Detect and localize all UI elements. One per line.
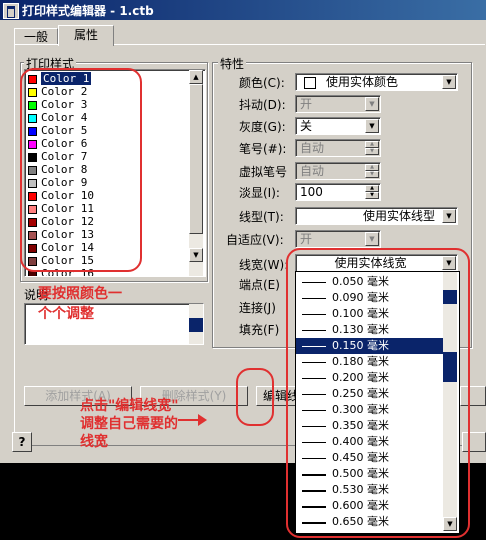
chevron-down-icon[interactable]: ▼ (365, 119, 379, 133)
adaptive-label: 自适应(V): (226, 233, 284, 247)
chevron-down-icon[interactable]: ▼ (365, 97, 379, 111)
color-select[interactable]: 使用实体颜色 ▼ (295, 73, 458, 91)
scroll-up-button[interactable]: ▲ (189, 70, 203, 84)
arrow-icon (178, 414, 207, 426)
callout-style-list (20, 68, 142, 272)
properties-label: 特性 (218, 55, 247, 72)
scroll-down-button[interactable]: ▼ (189, 248, 203, 262)
annotation-adjust-each: 要按照颜色一 (38, 286, 122, 302)
pen-spinner[interactable]: 自动 ▲ ▼ (295, 139, 381, 157)
color-value: 使用实体颜色 (326, 75, 399, 89)
chevron-down-icon[interactable]: ▼ (442, 209, 456, 223)
dither-value: 开 (300, 97, 313, 111)
pen-spin-buttons[interactable]: ▲ ▼ (365, 141, 379, 155)
chevron-down-icon[interactable]: ▼ (442, 75, 456, 89)
linetype-label: 线型(T): (239, 210, 284, 224)
adaptive-value: 开 (300, 232, 313, 246)
dither-select[interactable]: 开 ▼ (295, 95, 381, 113)
endpoint-label: 端点(E) (239, 278, 280, 292)
screening-value: 100 (300, 185, 323, 199)
fill-label: 填充(F) (239, 323, 280, 337)
join-label: 连接(J) (239, 301, 276, 315)
virtual-pen-spinner[interactable]: 自动 ▲ ▼ (295, 162, 381, 180)
adaptive-select[interactable]: 开 ▼ (295, 230, 381, 248)
callout-edit-button (236, 368, 274, 426)
pen-label: 笔号(#): (239, 142, 287, 156)
list-scrollbar[interactable]: ▲ ▼ (189, 70, 203, 276)
scroll-thumb[interactable] (189, 84, 203, 234)
tab-general[interactable]: 一般 (14, 28, 58, 45)
virtual-pen-value: 自动 (300, 164, 325, 178)
gray-select[interactable]: 关 ▼ (295, 117, 381, 135)
annotation-adjust-each-2: 个个调整 (38, 306, 94, 322)
chevron-down-icon[interactable]: ▼ (365, 232, 379, 246)
description-scrollbar[interactable] (189, 304, 203, 344)
gray-label: 灰度(G): (239, 120, 286, 134)
dither-label: 抖动(D): (239, 98, 286, 112)
linetype-value: 使用实体线型 (362, 209, 435, 223)
tab-properties[interactable]: 属性 (58, 25, 114, 46)
pen-value: 自动 (300, 141, 325, 155)
color-swatch-icon (304, 76, 316, 89)
color-label: 颜色(C): (239, 76, 285, 90)
screening-label: 淡显(I): (239, 186, 280, 200)
linetype-select[interactable]: 使用实体线型 ▼ (295, 207, 458, 225)
window-title: 打印样式编辑器 - 1.ctb (22, 4, 154, 18)
help-button[interactable]: ? (12, 432, 32, 452)
app-icon (3, 3, 19, 19)
annotation-click-edit: 点击"编辑线宽" (80, 398, 179, 414)
lineweight-label: 线宽(W): (239, 258, 289, 272)
title-bar[interactable]: 打印样式编辑器 - 1.ctb (0, 0, 486, 20)
virtual-pen-label: 虚拟笔号 (239, 165, 288, 179)
gray-value: 关 (300, 119, 313, 133)
screening-spin-buttons[interactable]: ▲ ▼ (365, 185, 379, 199)
screening-spinner[interactable]: 100 ▲ ▼ (295, 183, 381, 201)
annotation-click-edit-3: 线宽 (80, 434, 108, 450)
annotation-click-edit-2: 调整自己需要的 (80, 416, 178, 432)
callout-lineweight-list (286, 248, 470, 538)
virtual-pen-spin-buttons[interactable]: ▲ ▼ (365, 164, 379, 178)
